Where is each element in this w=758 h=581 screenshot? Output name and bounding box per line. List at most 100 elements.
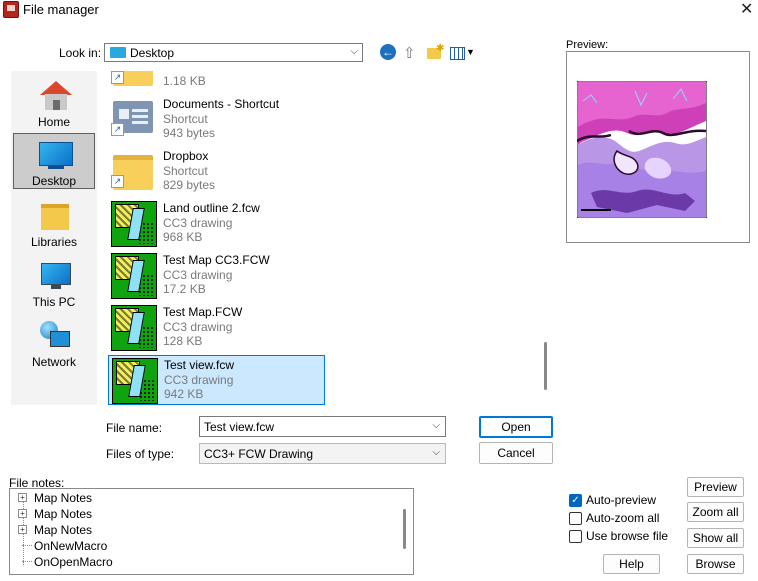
- auto-zoom-label: Auto-zoom all: [586, 511, 660, 525]
- cc3-drawing-icon: [111, 201, 157, 247]
- file-name: Dropbox: [163, 149, 209, 163]
- preview-pane: [566, 51, 750, 243]
- up-folder-icon: ⇧: [403, 45, 416, 62]
- close-icon[interactable]: ✕: [740, 0, 753, 19]
- show-all-button[interactable]: Show all: [687, 528, 744, 548]
- look-in-label: Look in:: [59, 46, 102, 60]
- libraries-icon: [41, 204, 69, 230]
- caret-down-icon: ▼: [466, 47, 475, 57]
- tree-node-label: Map Notes: [34, 491, 93, 505]
- file-size: 968 KB: [163, 230, 203, 244]
- tree-node-label: OnNewMacro: [34, 539, 108, 553]
- preview-label: Preview:: [566, 39, 609, 51]
- view-menu-icon: [450, 47, 465, 60]
- list-item[interactable]: Test Map CC3.FCW CC3 drawing 17.2 KB: [108, 251, 325, 301]
- new-folder-button[interactable]: ✱: [426, 43, 445, 62]
- title-bar: File manager ✕: [0, 0, 758, 20]
- use-browse-file-label: Use browse file: [586, 529, 669, 543]
- file-type: CC3 drawing: [163, 320, 233, 334]
- list-item[interactable]: ↗ Shortcut 1.18 KB: [108, 71, 325, 93]
- file-size: 1.18 KB: [163, 74, 206, 88]
- open-button[interactable]: Open: [479, 416, 553, 438]
- list-item[interactable]: ↗ Documents - Shortcut Shortcut 943 byte…: [108, 95, 325, 145]
- checkmark-icon: ✓: [569, 494, 582, 507]
- list-item-selected[interactable]: Test view.fcw CC3 drawing 942 KB: [108, 355, 325, 405]
- file-notes-tree[interactable]: + Map Notes + Map Notes + Map Notes OnNe…: [9, 488, 414, 575]
- up-folder-button[interactable]: ⇧: [403, 44, 421, 62]
- file-name-value: Test view.fcw: [204, 420, 275, 434]
- notes-scrollbar[interactable]: [403, 509, 406, 549]
- file-size: 17.2 KB: [163, 282, 206, 296]
- file-name-input[interactable]: Test view.fcw ⌵: [199, 416, 446, 437]
- view-menu-button[interactable]: ▼: [450, 44, 475, 62]
- place-home[interactable]: Home: [13, 75, 95, 131]
- preview-button[interactable]: Preview: [687, 477, 744, 497]
- file-list[interactable]: ↗ Shortcut 1.18 KB ↗ Documents - Shortcu…: [105, 71, 538, 405]
- back-icon: ←: [380, 44, 396, 60]
- list-item[interactable]: Land outline 2.fcw CC3 drawing 968 KB: [108, 199, 325, 249]
- expand-icon[interactable]: +: [18, 525, 27, 534]
- place-label: Network: [31, 355, 76, 369]
- shortcut-arrow-icon: ↗: [111, 123, 124, 136]
- cc3-drawing-icon: [111, 253, 157, 299]
- file-list-scrollbar[interactable]: [544, 342, 547, 390]
- place-this-pc[interactable]: This PC: [13, 255, 95, 311]
- file-type-dropdown[interactable]: CC3+ FCW Drawing ⌵: [199, 443, 446, 464]
- file-type: CC3 drawing: [163, 216, 233, 230]
- expand-icon[interactable]: +: [18, 493, 27, 502]
- file-size: 942 KB: [164, 387, 204, 401]
- look-in-dropdown[interactable]: Desktop ⌵: [104, 43, 363, 62]
- expand-icon[interactable]: +: [18, 509, 27, 518]
- checkbox-box: [569, 512, 582, 525]
- computer-icon: [41, 263, 71, 289]
- file-name: Documents - Shortcut: [163, 97, 280, 111]
- look-in-value: Desktop: [130, 46, 175, 60]
- list-item[interactable]: ↗ Dropbox Shortcut 829 bytes: [108, 147, 325, 197]
- file-name: Test Map.FCW: [163, 305, 243, 319]
- tree-node-label: Map Notes: [34, 523, 93, 537]
- file-type: Shortcut: [163, 112, 208, 126]
- shortcut-arrow-icon: ↗: [111, 175, 124, 188]
- browse-button[interactable]: Browse: [687, 554, 744, 574]
- file-type-label: Files of type:: [106, 447, 175, 461]
- chevron-down-icon[interactable]: ⌵: [432, 420, 440, 431]
- list-item[interactable]: Test Map.FCW CC3 drawing 128 KB: [108, 303, 325, 353]
- place-desktop[interactable]: Desktop: [13, 133, 95, 189]
- place-label: This PC: [32, 295, 76, 309]
- file-name: Test view.fcw: [164, 358, 235, 372]
- file-name: Test Map CC3.FCW: [163, 253, 270, 267]
- map-preview-image: [577, 81, 707, 218]
- network-icon: [40, 321, 70, 347]
- desktop-icon: [39, 142, 73, 169]
- file-type-value: CC3+ FCW Drawing: [204, 447, 314, 461]
- cancel-button[interactable]: Cancel: [479, 442, 553, 464]
- home-icon: [40, 81, 72, 111]
- place-libraries[interactable]: Libraries: [13, 195, 95, 251]
- tree-node-label: Map Notes: [34, 507, 93, 521]
- chevron-down-icon: ⌵: [350, 46, 358, 57]
- cc3-drawing-icon: [111, 305, 157, 351]
- zoom-all-button[interactable]: Zoom all: [687, 502, 744, 522]
- sparkle-icon: ✱: [436, 43, 445, 54]
- back-button[interactable]: ←: [380, 44, 398, 62]
- file-size: 943 bytes: [163, 126, 216, 140]
- place-label: Home: [37, 115, 70, 129]
- tree-node-label: OnOpenMacro: [34, 555, 113, 569]
- shortcut-arrow-icon: ↗: [111, 71, 124, 84]
- window-title: File manager: [23, 2, 99, 17]
- chevron-down-icon: ⌵: [432, 447, 440, 458]
- place-label: Desktop: [31, 174, 77, 188]
- file-name: Land outline 2.fcw: [163, 201, 260, 215]
- place-label: Libraries: [30, 235, 78, 249]
- desktop-folder-icon: [110, 47, 126, 58]
- help-button[interactable]: Help: [603, 554, 660, 574]
- file-type: CC3 drawing: [164, 373, 234, 387]
- tree-branch-line: [22, 561, 32, 562]
- app-icon: [3, 1, 19, 18]
- tree-branch-line: [22, 545, 32, 546]
- file-type: Shortcut: [163, 164, 208, 178]
- file-size: 829 bytes: [163, 178, 216, 192]
- places-bar: Home Desktop Libraries This PC Network: [11, 71, 97, 405]
- place-network[interactable]: Network: [13, 315, 95, 371]
- file-name-label: File name:: [106, 421, 163, 435]
